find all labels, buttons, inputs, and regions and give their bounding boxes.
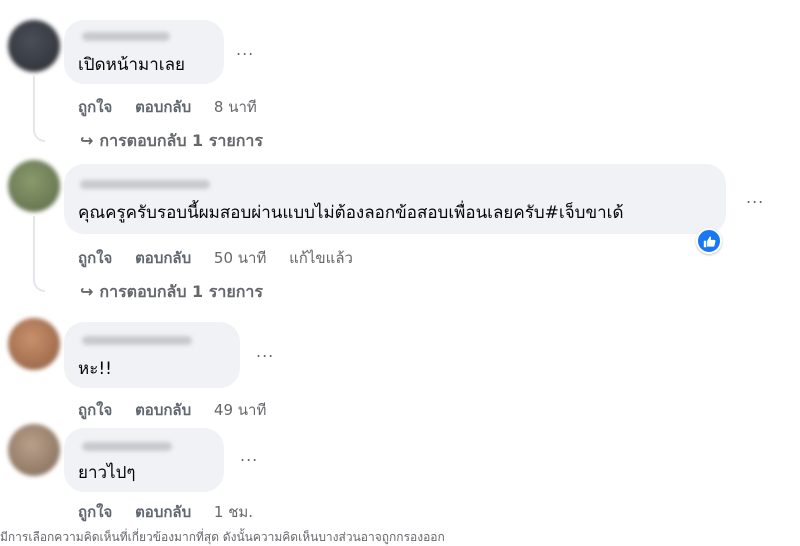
comment-text: หะ!! (78, 359, 112, 379)
comment-timestamp[interactable]: 49 นาที (214, 401, 266, 419)
like-button[interactable]: ถูกใจ (78, 401, 112, 419)
like-button[interactable]: ถูกใจ (78, 503, 112, 521)
filtered-comments-notice: มีการเลือกความคิดเห็นที่เกี่ยวข้องมากที่… (0, 530, 445, 544)
view-replies-link[interactable]: ↪ การตอบกลับ 1 รายการ (80, 280, 263, 305)
comment-author[interactable] (80, 180, 210, 189)
reaction-badge[interactable] (696, 228, 722, 254)
avatar[interactable] (8, 20, 60, 72)
avatar[interactable] (8, 424, 60, 476)
reply-button[interactable]: ตอบกลับ (135, 401, 191, 419)
like-button[interactable]: ถูกใจ (78, 98, 112, 116)
more-options-button[interactable]: ... (746, 188, 764, 207)
comment-actions: ถูกใจ ตอบกลับ 50 นาที แก้ไขแล้ว (78, 246, 371, 270)
comment-bubble: ยาวไปๆ (64, 428, 224, 492)
reply-arrow-icon: ↪ (80, 282, 94, 301)
reply-arrow-icon: ↪ (80, 131, 94, 150)
comment-text: เปิดหน้ามาเลย (78, 55, 185, 75)
comment-bubble: หะ!! (64, 322, 240, 388)
more-options-button[interactable]: ... (240, 446, 258, 465)
comment-author[interactable] (82, 32, 170, 41)
comment-actions: ถูกใจ ตอบกลับ 49 นาที (78, 398, 284, 422)
more-options-button[interactable]: ... (236, 40, 254, 59)
comment-timestamp[interactable]: 1 ชม. (214, 503, 253, 521)
comment-author[interactable] (82, 442, 172, 451)
like-button[interactable]: ถูกใจ (78, 249, 112, 267)
comment-actions: ถูกใจ ตอบกลับ 1 ชม. (78, 500, 271, 524)
comment-bubble: เปิดหน้ามาเลย (64, 20, 224, 84)
comment-timestamp[interactable]: 50 นาที (214, 249, 266, 267)
replies-count-label: การตอบกลับ 1 รายการ (99, 131, 263, 150)
avatar[interactable] (8, 318, 60, 370)
comment-author[interactable] (82, 336, 192, 345)
thread-connector (33, 268, 45, 292)
comment-bubble: คุณครูครับรอบนี้ผมสอบผ่านแบบไม่ต้องลอกข้… (64, 164, 726, 234)
like-icon (703, 235, 715, 247)
comment-timestamp[interactable]: 8 นาที (214, 98, 257, 116)
thread-connector (33, 118, 45, 142)
view-replies-link[interactable]: ↪ การตอบกลับ 1 รายการ (80, 129, 263, 154)
thread-line (33, 216, 35, 276)
avatar[interactable] (8, 160, 60, 212)
reply-button[interactable]: ตอบกลับ (135, 503, 191, 521)
more-options-button[interactable]: ... (256, 342, 274, 361)
comment-text: คุณครูครับรอบนี้ผมสอบผ่านแบบไม่ต้องลอกข้… (78, 203, 624, 223)
replies-count-label: การตอบกลับ 1 รายการ (99, 282, 263, 301)
edited-label[interactable]: แก้ไขแล้ว (289, 249, 353, 267)
reply-button[interactable]: ตอบกลับ (135, 98, 191, 116)
reply-button[interactable]: ตอบกลับ (135, 249, 191, 267)
comment-actions: ถูกใจ ตอบกลับ 8 นาที (78, 95, 275, 119)
comment-text: ยาวไปๆ (78, 463, 136, 483)
